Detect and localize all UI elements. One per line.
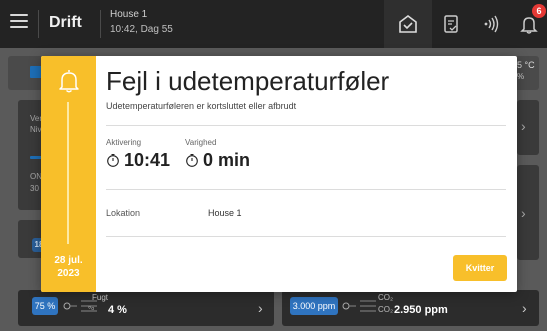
duration-time: 0 min (185, 150, 250, 171)
divider (106, 236, 506, 237)
signal-icon[interactable] (480, 13, 502, 35)
humidity-value: 4 % (108, 304, 127, 316)
humidity-card[interactable]: 75 % Fugt °ᵒ 4 % › (18, 290, 274, 326)
chevron-right-icon[interactable]: › (258, 300, 263, 316)
humidity-label: Fugt (92, 293, 109, 302)
co2-label: CO₂ (378, 293, 394, 302)
co2-setpoint-pill: 3.000 ppm (290, 297, 338, 315)
alarm-count-badge: 6 (532, 4, 546, 18)
stopwatch-icon (186, 153, 198, 167)
alarm-side-strip: 28 jul. 2023 (41, 56, 96, 292)
activation-value: 10:41 (124, 150, 171, 170)
temperature-partial: 5 °C (517, 60, 535, 70)
chevron-right-icon[interactable]: › (522, 300, 527, 316)
house-time: 10:42, Dag 55 (110, 24, 173, 35)
app-title: Drift (49, 14, 82, 31)
divider (106, 125, 506, 126)
alarm-date-day: 28 jul. (54, 255, 83, 266)
alarm-description: Udetemperaturføleren er kortsluttet elle… (106, 101, 297, 111)
timeline-line (67, 102, 69, 244)
co2-card[interactable]: 3.000 ppm CO₂ CO₂ 2.950 ppm › (282, 290, 539, 326)
card-text: 30 (30, 184, 39, 193)
location-label: Lokation (106, 208, 141, 218)
divider (100, 10, 101, 38)
acknowledge-button[interactable]: Kvitter (453, 255, 507, 281)
stopwatch-icon (107, 153, 119, 167)
document-check-icon[interactable] (440, 13, 462, 35)
duration-value: 0 min (203, 150, 251, 170)
range-icon (342, 300, 376, 312)
divider (38, 10, 39, 38)
divider (106, 189, 506, 190)
menu-icon[interactable] (10, 14, 28, 28)
chevron-right-icon[interactable]: › (521, 205, 526, 221)
humidity-drops-icon: °ᵒ (88, 305, 95, 314)
alarm-date-year: 2023 (57, 268, 80, 279)
alarm-title: Fejl i udetemperaturføler (106, 66, 390, 96)
duration-label: Varighed (185, 138, 217, 147)
top-bar: Drift House 1 10:42, Dag 55 6 (0, 0, 547, 48)
bell-icon (59, 70, 79, 93)
location-value: House 1 (208, 208, 242, 218)
alarm-date: 28 jul. 2023 (41, 254, 96, 280)
activation-label: Aktivering (106, 138, 142, 147)
humidity-partial: % (517, 72, 525, 81)
alarm-dialog: 28 jul. 2023 Fejl i udetemperaturføler U… (41, 56, 517, 292)
house-check-icon[interactable] (397, 13, 419, 35)
chevron-right-icon[interactable]: › (521, 118, 526, 134)
co2-sub-label: CO₂ (378, 305, 394, 314)
card-text: Niv (30, 125, 42, 134)
activation-time: 10:41 (106, 150, 170, 171)
humidity-setpoint-pill: 75 % (32, 297, 58, 315)
house-name: House 1 (110, 9, 148, 20)
co2-value: 2.950 ppm (394, 304, 448, 316)
